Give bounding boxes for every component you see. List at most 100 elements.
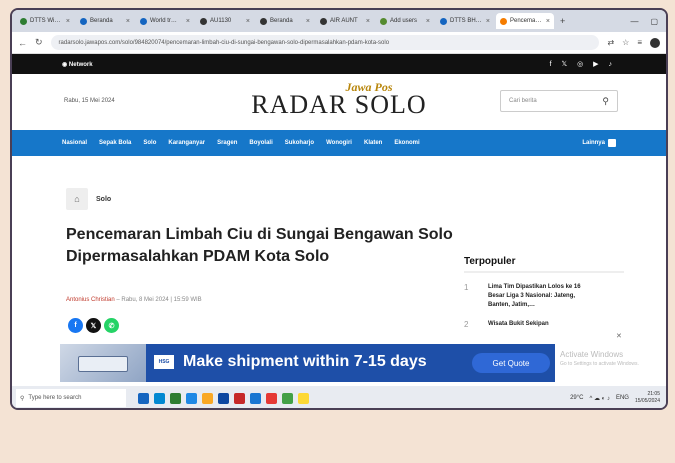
tab-favicon-icon [320,17,327,25]
ad-banner[interactable]: HSG Make shipment within 7-15 days Get Q… [60,344,555,382]
taskbar-app-icon[interactable] [202,392,213,404]
breadcrumb-solo[interactable]: Solo [96,196,111,203]
taskbar-app-icon[interactable] [250,392,261,404]
list-item[interactable]: 1 Lima Tim Dipastikan Lolos ke 16 Besar … [464,283,624,310]
browser-tab[interactable]: Beranda × [76,13,134,29]
browser-tab[interactable]: DTTS Wi… × [16,13,74,29]
taskbar-app-icon[interactable] [282,392,293,404]
menu-icon [608,139,616,147]
site-search-input[interactable]: Cari berita ⚲ [500,90,618,112]
language-label[interactable]: ENG [616,395,629,401]
tab-close-icon[interactable]: × [366,18,370,25]
article-author[interactable]: Antonius Christian [66,297,115,303]
profile-avatar[interactable] [650,37,660,48]
tab-close-icon[interactable]: × [246,18,250,25]
popular-sidebar: Terpopuler 1 Lima Tim Dipastikan Lolos k… [464,256,624,329]
close-icon[interactable]: ✕ [616,332,622,340]
popular-headline: Lima Tim Dipastikan Lolos ke 16 Besar Li… [488,284,581,308]
tab-label: Pencema… [510,18,542,24]
nav-item[interactable]: Wonogiri [326,140,352,146]
tab-favicon-icon [20,17,27,25]
nav-item[interactable]: Karanganyar [168,140,205,146]
ad-image [60,344,146,382]
popular-heading: Terpopuler [464,256,624,273]
article-title: Pencemaran Limbah Ciu di Sungai Bengawan… [66,226,453,265]
minimize-icon[interactable]: — [630,17,638,26]
nav-item[interactable]: Sepak Bola [99,140,131,146]
browser-tab[interactable]: World tr… × [136,13,194,29]
browser-tab[interactable]: Pencema… × [496,13,554,29]
browser-tab[interactable]: AIR AUNT × [316,13,374,29]
clock-date: 15/05/2024 [634,398,660,404]
tab-close-icon[interactable]: × [66,18,70,25]
get-quote-button[interactable]: Get Quote [472,353,550,373]
translate-icon[interactable]: ⇄ [607,38,614,48]
home-icon[interactable]: ⌂ [66,188,88,210]
nav-more-button[interactable]: Lainnya [582,139,616,147]
network-label[interactable]: ◉ Network [62,61,93,68]
extensions-icon[interactable]: ≡ [637,38,642,48]
nav-item[interactable]: Nasional [62,140,87,146]
maximize-icon[interactable]: ▢ [650,17,658,26]
taskbar-app-icon[interactable] [186,392,197,404]
nav-item[interactable]: Solo [143,140,156,146]
facebook-share-icon[interactable]: f [68,318,83,333]
taskbar-app-icon[interactable] [218,392,229,404]
taskbar-app-icon[interactable] [138,392,149,404]
tray-icons[interactable]: ^ ☁ ◐ ♪ [590,395,610,402]
clock-time: 21:05 [647,391,660,397]
tab-favicon-icon [380,17,387,25]
tab-favicon-icon [200,17,207,25]
url-input[interactable]: radarsolo.jawapos.com/solo/984820074/pen… [50,35,600,50]
search-placeholder: Cari berita [509,98,537,104]
taskbar-search-input[interactable]: ⚲ Type here to search [16,389,126,407]
new-tab-button[interactable]: + [556,16,569,26]
article-byline: Antonius Christian – Rabu, 8 Mei 2024 | … [66,297,202,303]
bookmark-star-icon[interactable]: ☆ [622,38,629,48]
tab-label: Beranda [90,18,113,24]
tab-label: DTTS BH… [450,18,482,24]
clock[interactable]: 21:05 15/05/2024 [635,391,660,405]
nav-item[interactable]: Boyolali [249,140,272,146]
search-icon: ⚲ [20,395,25,402]
tab-close-icon[interactable]: × [126,18,130,25]
taskbar-app-icon[interactable] [266,392,277,404]
tab-close-icon[interactable]: × [486,18,490,25]
x-share-icon[interactable]: 𝕏 [86,318,101,333]
nav-item[interactable]: Klaten [364,140,382,146]
tab-close-icon[interactable]: × [306,18,310,25]
nav-item[interactable]: Sragen [217,140,237,146]
tab-favicon-icon [80,17,87,25]
article-date: – Rabu, 8 Mei 2024 | 15:59 WIB [116,297,202,303]
taskbar-app-icon[interactable] [234,392,245,404]
windows-taskbar: ⚲ Type here to search 29°C ^ ☁ ◐ ♪ ENG 2… [12,386,666,408]
whatsapp-share-icon[interactable]: ✆ [104,318,119,333]
share-buttons: f 𝕏 ✆ [68,318,119,333]
ad-text: Make shipment within 7-15 days [183,353,427,370]
social-icons[interactable]: f 𝕏 ◎ ▶ ♪ [550,60,616,68]
tab-favicon-icon [260,17,267,25]
tab-close-icon[interactable]: × [186,18,190,25]
weather-label[interactable]: 29°C [570,395,583,401]
browser-tab-bar: DTTS Wi… × Beranda × World tr… × AU1130 × Berand… [12,10,666,32]
search-icon[interactable]: ⚲ [602,96,609,107]
back-icon[interactable]: ← [18,38,27,48]
browser-tab[interactable]: AU1130 × [196,13,254,29]
popular-rank: 2 [464,320,469,329]
nav-item[interactable]: Ekonomi [394,140,419,146]
taskbar-app-icon[interactable] [298,392,309,404]
list-item[interactable]: 2 Wisata Bukit Sekipan [464,320,624,329]
tab-label: DTTS Wi… [30,18,61,24]
browser-tab[interactable]: Beranda × [256,13,314,29]
taskbar-app-icon[interactable] [154,392,165,404]
window-controls: — ▢ [630,17,666,26]
browser-tab[interactable]: DTTS BH… × [436,13,494,29]
tab-close-icon[interactable]: × [426,18,430,25]
nav-item[interactable]: Sukoharjo [285,140,314,146]
browser-tab[interactable]: Add users × [376,13,434,29]
reload-icon[interactable]: ↻ [35,37,43,48]
tab-close-icon[interactable]: × [546,18,550,25]
taskbar-app-icon[interactable] [170,392,181,404]
category-navbar: Nasional Sepak Bola Solo Karanganyar Sragen B… [12,130,666,156]
tab-label: World tr… [150,18,177,24]
